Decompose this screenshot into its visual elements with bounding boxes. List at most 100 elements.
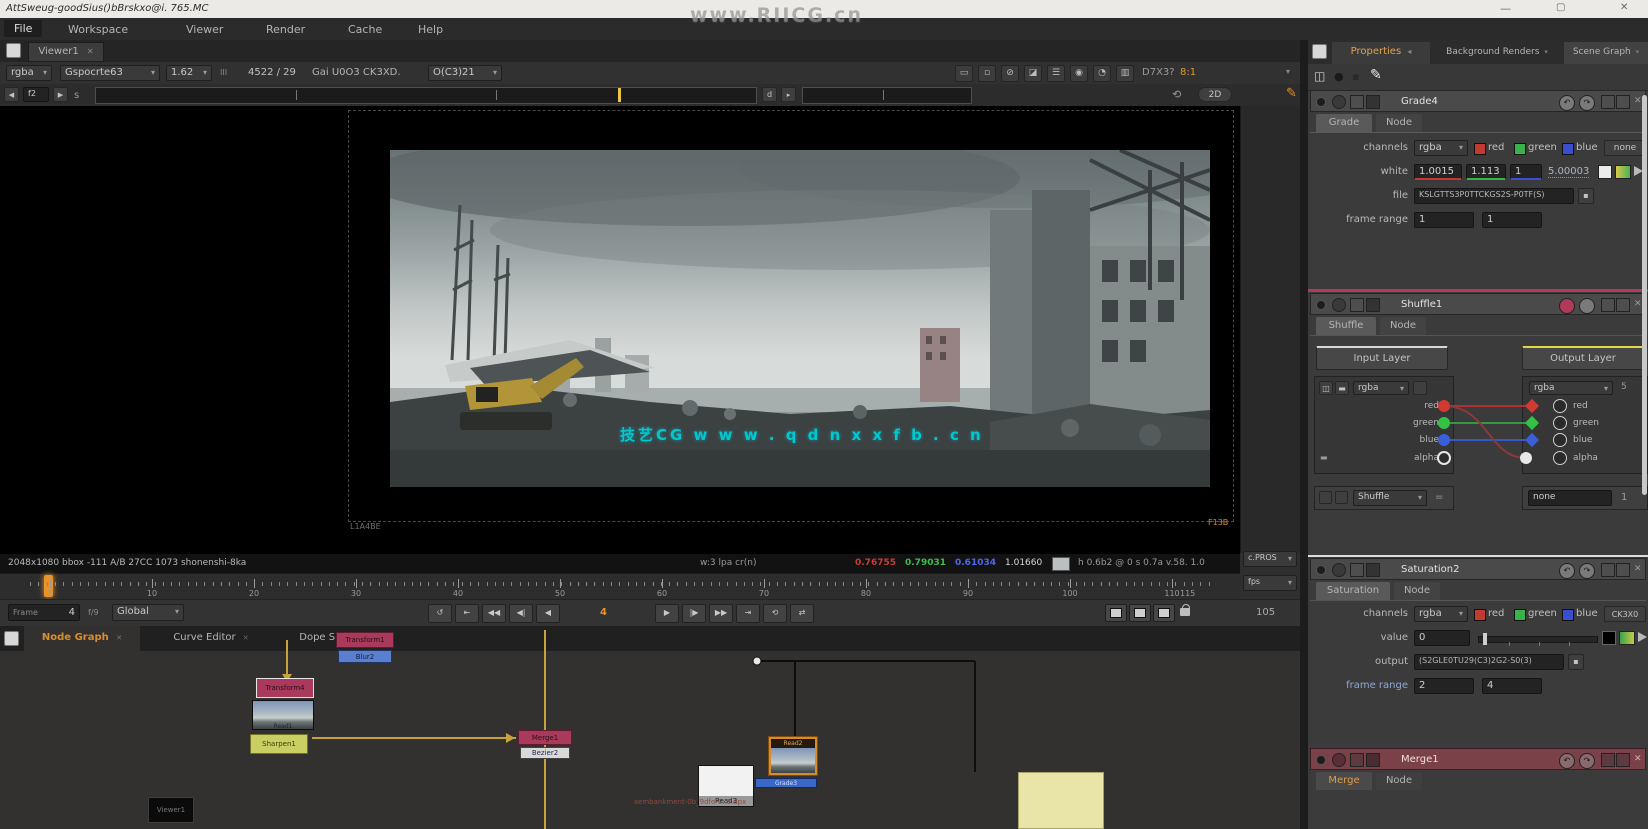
white-anim-link[interactable]: 5.00003: [1548, 166, 1589, 178]
tab-background-renders[interactable]: Background Renders ▾: [1436, 42, 1558, 64]
close-icon[interactable]: ✕: [1634, 96, 1642, 106]
panel2-tab-shuffle[interactable]: Shuffle: [1316, 317, 1376, 335]
minimize-icon[interactable]: [1350, 298, 1364, 312]
mode-2d-pill[interactable]: 2D: [1198, 87, 1232, 102]
edit-pen-icon[interactable]: ✎: [1370, 67, 1382, 83]
roi-icon[interactable]: ◪: [1024, 65, 1042, 82]
node-panel-merge1-header[interactable]: Merge1 ↶ ↷ ✕: [1310, 748, 1646, 770]
output-red-socket[interactable]: [1553, 399, 1567, 413]
minimize-icon[interactable]: [1350, 563, 1364, 577]
redo-icon[interactable]: ↷: [1579, 753, 1595, 769]
float-icon[interactable]: [1366, 753, 1380, 767]
output-green-socket[interactable]: [1553, 416, 1567, 430]
window-close-icon[interactable]: ✕: [1620, 2, 1628, 13]
menu-file[interactable]: File: [4, 20, 42, 37]
panel-dot-icon[interactable]: [1316, 565, 1326, 575]
tab-viewer1[interactable]: Viewer1 ✕: [28, 42, 104, 62]
undo-icon[interactable]: ↶: [1559, 95, 1575, 111]
node-tile-color-icon[interactable]: [1559, 298, 1575, 314]
node-color-icon[interactable]: [1332, 95, 1346, 109]
window-minimize-icon[interactable]: —: [1500, 2, 1511, 15]
bounce-button[interactable]: ⇄: [790, 604, 814, 623]
white-field-b[interactable]: 1: [1510, 164, 1542, 180]
white-field-r[interactable]: 1.0015: [1414, 164, 1462, 180]
lock-icon[interactable]: ●: [1334, 70, 1344, 83]
foot-right-field[interactable]: none: [1528, 490, 1612, 506]
gain-dropdown[interactable]: 1.62 ▾: [166, 65, 212, 81]
panel-dot-icon[interactable]: [1316, 755, 1326, 765]
node-graph-canvas[interactable]: [0, 651, 1300, 829]
default-icon[interactable]: [1616, 753, 1630, 767]
stamp-button-1[interactable]: [1105, 604, 1127, 622]
tab-node-graph[interactable]: Node Graph ✕: [24, 626, 140, 651]
slider-handle[interactable]: [1483, 633, 1487, 645]
checker-icon[interactable]: ▥: [1116, 65, 1134, 82]
minimize-icon[interactable]: [1350, 95, 1364, 109]
default-icon[interactable]: [1616, 563, 1630, 577]
undo-icon[interactable]: ↶: [1559, 753, 1575, 769]
chevron-down-icon[interactable]: ▾: [1544, 48, 1548, 56]
output-blue-socket[interactable]: [1553, 433, 1567, 447]
zoom-value[interactable]: 8:1: [1180, 67, 1196, 78]
chevron-down-icon[interactable]: ▾: [1286, 67, 1290, 76]
pane-icon[interactable]: [4, 631, 19, 646]
output-field[interactable]: (S2GLE0TU29(C3)2G2-S0(3): [1414, 654, 1564, 670]
node-color-icon[interactable]: [1332, 298, 1346, 312]
close-icon[interactable]: ✕: [1634, 299, 1642, 309]
b-buffer-bar[interactable]: [802, 87, 972, 104]
default-icon[interactable]: [1616, 95, 1630, 109]
value-color-swatch[interactable]: [1619, 631, 1635, 645]
menu-workspace[interactable]: Workspace: [60, 22, 136, 37]
frame-range-end[interactable]: 1: [1482, 212, 1542, 228]
play-backward-button[interactable]: ◀◀: [482, 604, 506, 623]
input-grid-icon[interactable]: ▬: [1335, 381, 1349, 395]
float-icon[interactable]: [1366, 95, 1380, 109]
loop-mode-button[interactable]: ↺: [428, 604, 452, 623]
frame-range-end[interactable]: 4: [1482, 678, 1542, 694]
default-icon[interactable]: [1616, 298, 1630, 312]
channels-extra-button[interactable]: CK3X0: [1604, 606, 1646, 622]
frame-field[interactable]: Frame 4: [8, 604, 80, 621]
file-browse-button[interactable]: ▪: [1578, 188, 1594, 204]
chevron-left-icon[interactable]: ◂: [1407, 47, 1411, 56]
red-checkbox[interactable]: [1474, 143, 1486, 155]
play-forward-button[interactable]: ▶▶: [709, 604, 733, 623]
next-keyframe-button[interactable]: |▶: [682, 604, 706, 623]
panel4-tab-merge[interactable]: Merge: [1316, 772, 1372, 790]
window-maximize-icon[interactable]: ▢: [1556, 2, 1565, 13]
menu-render[interactable]: Render: [258, 22, 313, 37]
layers-icon[interactable]: ☰: [1047, 65, 1065, 82]
clipping-icon[interactable]: ◔: [1093, 65, 1111, 82]
red-checkbox[interactable]: [1474, 609, 1486, 621]
tab-properties[interactable]: Properties ◂: [1332, 42, 1430, 64]
foot-shuffle-dropdown[interactable]: Shuffle ▾: [1353, 490, 1427, 506]
tab-close-icon[interactable]: ✕: [87, 47, 94, 56]
monitor-out-icon[interactable]: ▭: [955, 65, 973, 82]
channels-none-button[interactable]: none: [1604, 140, 1646, 156]
blue-checkbox[interactable]: [1562, 143, 1574, 155]
timeline-ruler[interactable]: 115 1102030405060708090100110: [0, 573, 1240, 600]
node-panel-grade4-header[interactable]: Grade4 ↶ ↷ ✕: [1310, 90, 1646, 112]
colorspace-dropdown[interactable]: O(C3)21 ▾: [428, 65, 502, 81]
t-button[interactable]: ▸: [781, 87, 796, 102]
redo-icon[interactable]: ↷: [1579, 563, 1595, 579]
pane-icon[interactable]: [1312, 44, 1327, 59]
tab-dope-sheet[interactable]: Dope Sheet ✕: [282, 626, 388, 651]
panel3-tab-node[interactable]: Node: [1394, 582, 1440, 600]
green-checkbox[interactable]: [1514, 609, 1526, 621]
frame-range-start[interactable]: 2: [1414, 678, 1474, 694]
pause-icon[interactable]: ⊘: [1001, 65, 1019, 82]
buffer-playhead[interactable]: [618, 88, 621, 102]
tab-close-icon[interactable]: ✕: [116, 634, 122, 642]
panel4-tab-node[interactable]: Node: [1376, 772, 1422, 790]
tab-close-icon[interactable]: ✕: [365, 634, 371, 642]
next-frame-button[interactable]: ▶: [655, 604, 679, 623]
range-mode-dropdown[interactable]: Global ▾: [112, 604, 184, 621]
panel-dot-icon[interactable]: [1316, 97, 1326, 107]
panel3-tab-saturation[interactable]: Saturation: [1316, 582, 1390, 600]
pane-divider[interactable]: [1300, 40, 1308, 829]
output-layer-button[interactable]: Output Layer: [1522, 346, 1644, 370]
mask-icon[interactable]: ◉: [1070, 65, 1088, 82]
color-sampler-icon[interactable]: [1638, 632, 1647, 642]
panel-scrollbar[interactable]: [1642, 95, 1647, 495]
